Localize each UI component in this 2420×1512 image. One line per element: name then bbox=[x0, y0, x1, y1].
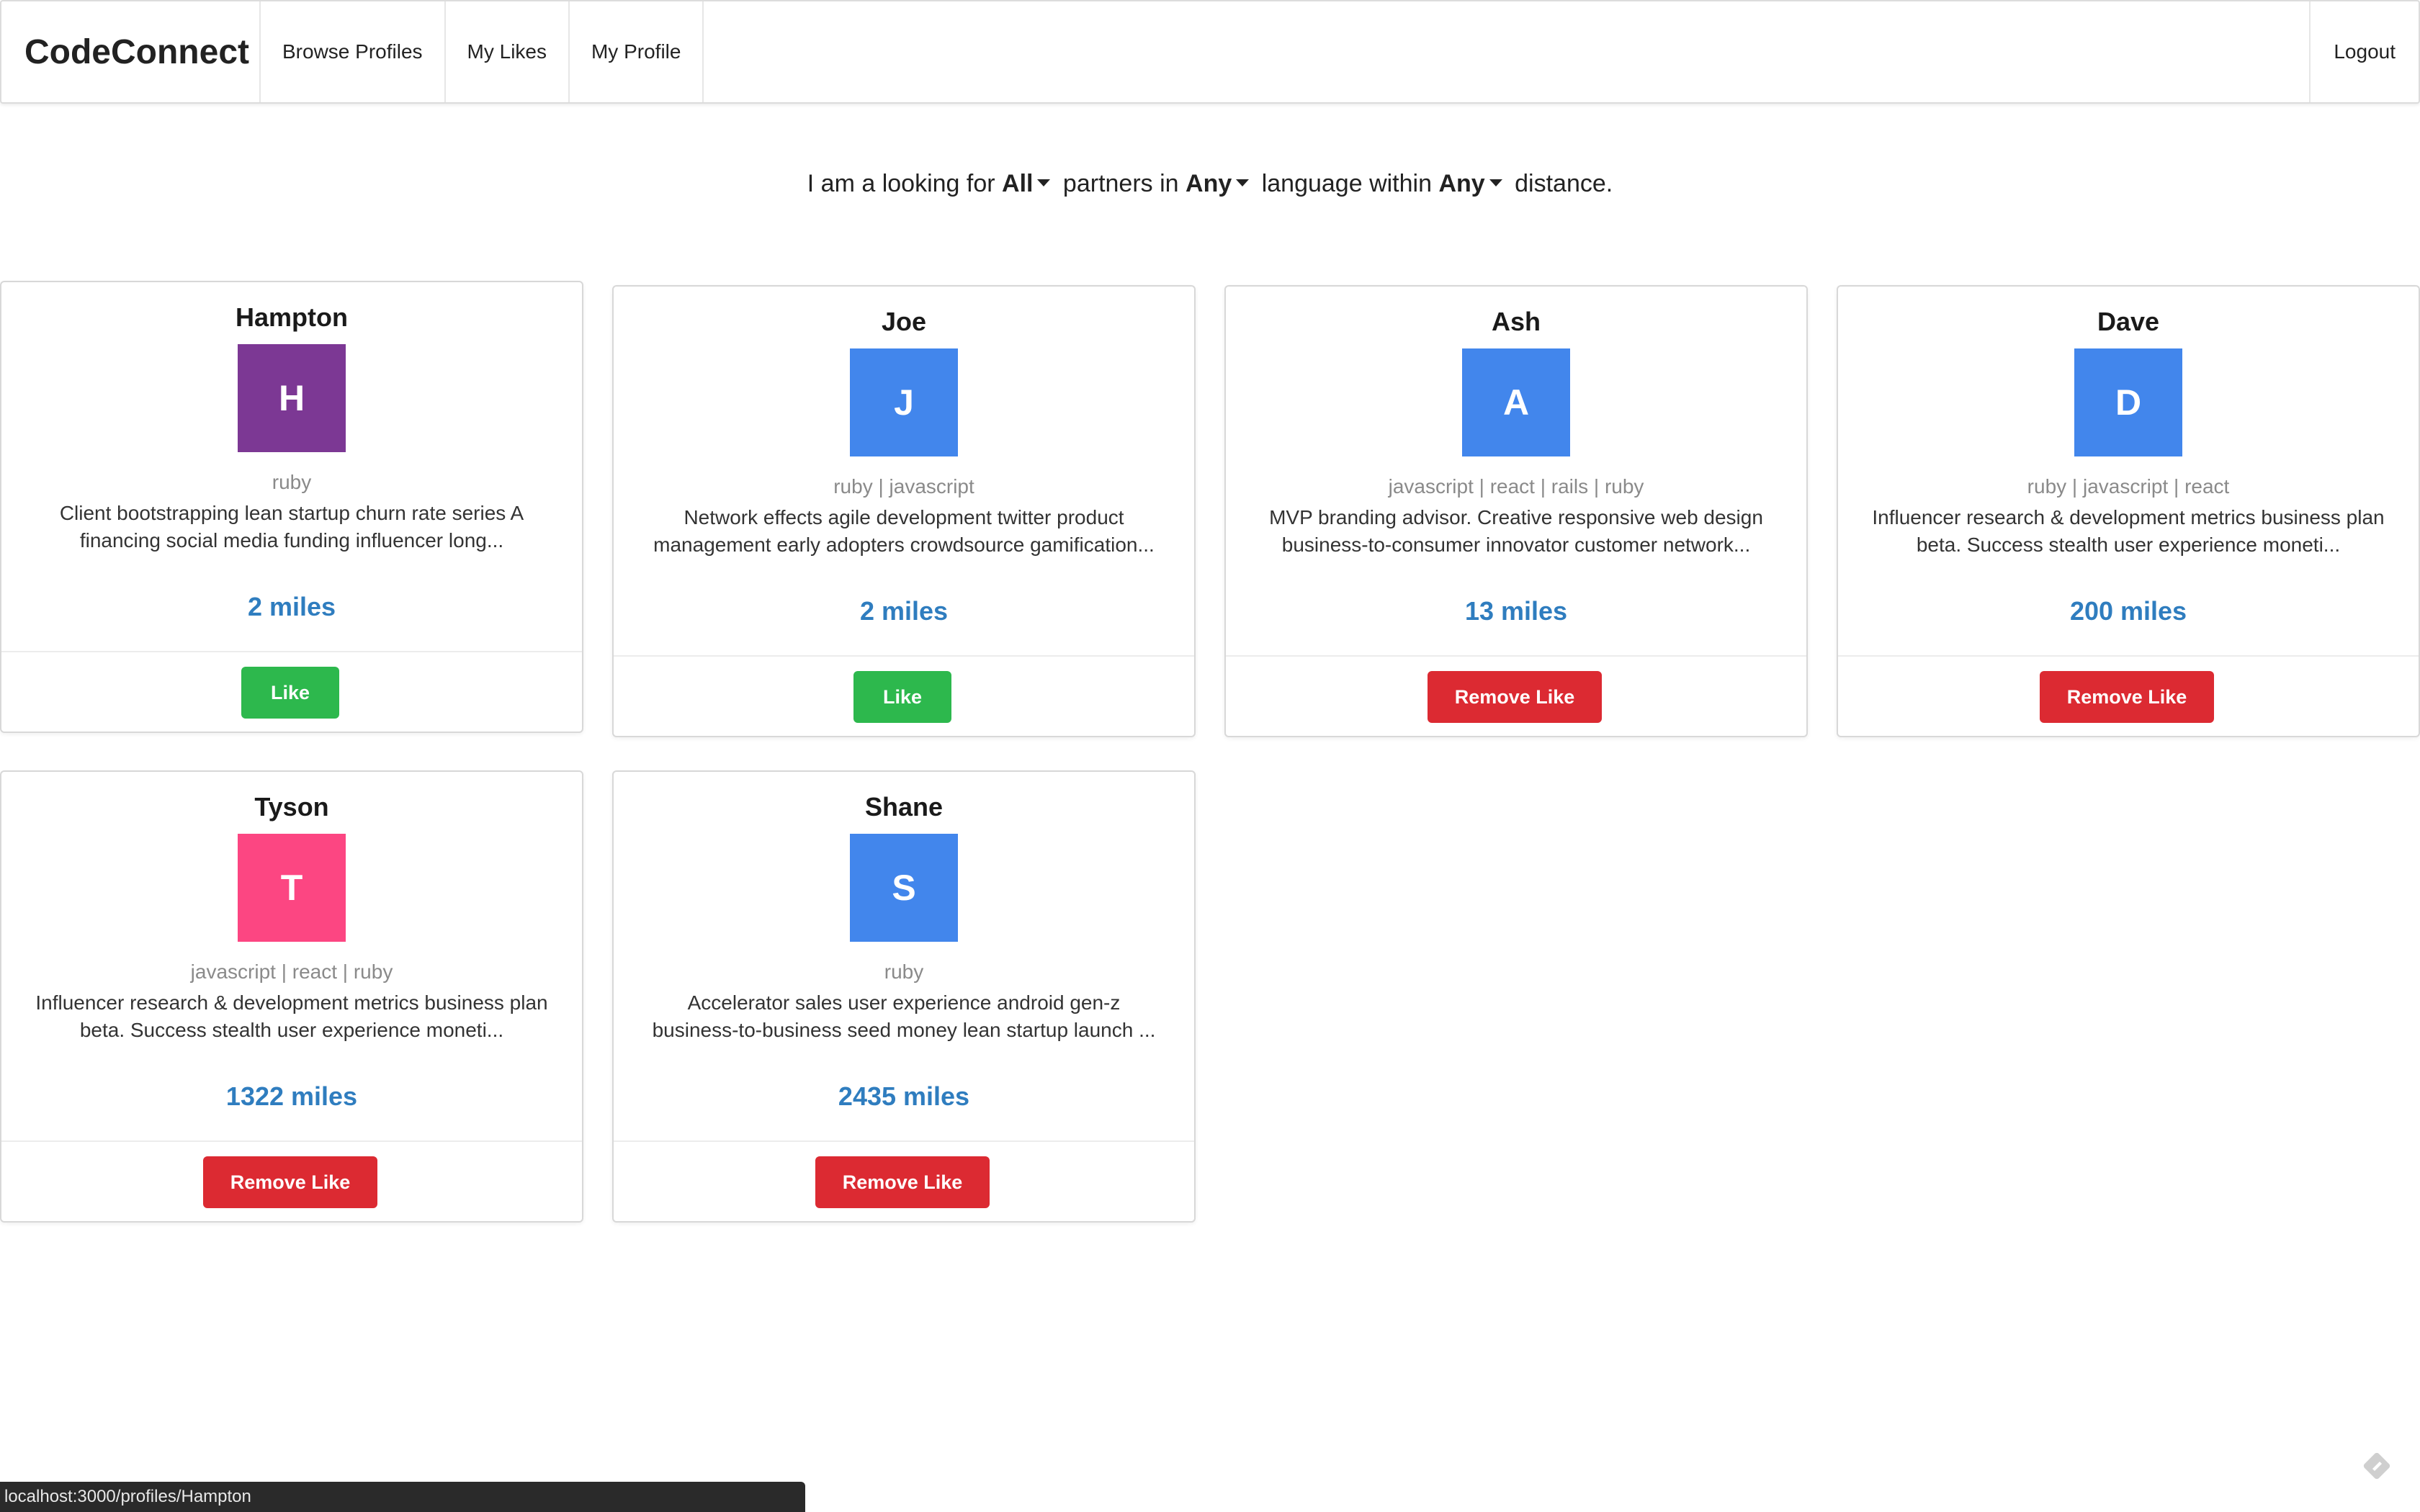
avatar[interactable]: T bbox=[238, 834, 346, 942]
profile-bio: Network effects agile development twitte… bbox=[631, 504, 1177, 559]
profile-name: Hampton bbox=[236, 302, 348, 332]
profile-bio: Accelerator sales user experience androi… bbox=[631, 989, 1177, 1044]
top-navbar: CodeConnect Browse Profiles My Likes My … bbox=[0, 0, 2420, 104]
profile-languages: javascript | react | ruby bbox=[190, 960, 393, 983]
card-divider bbox=[1, 1140, 582, 1142]
caret-down-icon bbox=[1037, 179, 1051, 187]
filter-prefix: I am a looking for bbox=[807, 170, 995, 197]
bio-line: business-to-business seed money lean sta… bbox=[652, 1019, 1156, 1041]
profile-languages: ruby bbox=[884, 960, 924, 983]
profile-bio: Client bootstrapping lean startup churn … bbox=[19, 500, 565, 554]
status-url: localhost:3000/profiles/Hampton bbox=[4, 1487, 251, 1506]
profile-distance: 2435 miles bbox=[838, 1081, 970, 1111]
profile-name: Dave bbox=[2097, 307, 2160, 336]
caret-down-icon bbox=[1236, 179, 1250, 187]
filter-middle-2: language within bbox=[1261, 170, 1432, 197]
logout-button[interactable]: Logout bbox=[2309, 1, 2419, 102]
bio-line: management early adopters crowdsource ga… bbox=[653, 534, 1155, 556]
browser-status-bar: localhost:3000/profiles/Hampton bbox=[0, 1482, 805, 1512]
bio-line: business-to-consumer innovator customer … bbox=[1281, 534, 1751, 556]
bio-line: beta. Success stealth user experience mo… bbox=[1916, 534, 2341, 556]
profile-card-shane[interactable]: Shane S ruby Accelerator sales user expe… bbox=[612, 770, 1196, 1223]
profile-card-hampton[interactable]: Hampton H ruby Client bootstrapping lean… bbox=[0, 281, 583, 733]
distance-dropdown[interactable]: Any bbox=[1438, 170, 1507, 197]
card-divider bbox=[614, 655, 1194, 657]
language-value: Any bbox=[1186, 170, 1232, 197]
profile-distance: 2 miles bbox=[859, 596, 949, 626]
avatar[interactable]: J bbox=[850, 348, 958, 456]
looking-for-value: All bbox=[1002, 170, 1034, 197]
feedback-pencil-icon[interactable] bbox=[2362, 1452, 2391, 1480]
remove-like-button[interactable]: Remove Like bbox=[815, 1156, 990, 1208]
avatar[interactable]: H bbox=[238, 344, 346, 452]
avatar[interactable]: S bbox=[850, 834, 958, 942]
profile-distance: 200 miles bbox=[2069, 596, 2187, 626]
avatar[interactable]: A bbox=[1462, 348, 1570, 456]
search-filter-sentence: I am a looking for All partners in Any l… bbox=[0, 170, 2420, 198]
profile-languages: javascript | react | rails | ruby bbox=[1388, 475, 1644, 498]
remove-like-button[interactable]: Remove Like bbox=[203, 1156, 377, 1208]
like-button[interactable]: Like bbox=[853, 671, 951, 723]
profile-distance: 2 miles bbox=[247, 592, 336, 621]
profile-bio: MVP branding advisor. Creative responsiv… bbox=[1243, 504, 1789, 559]
nav-my-likes[interactable]: My Likes bbox=[446, 1, 570, 102]
filter-suffix: distance. bbox=[1515, 170, 1613, 197]
bio-line: MVP branding advisor. Creative responsiv… bbox=[1269, 506, 1763, 528]
profile-distance: 13 miles bbox=[1464, 596, 1568, 626]
distance-value: Any bbox=[1438, 170, 1485, 197]
profile-name: Shane bbox=[864, 792, 944, 822]
nav-browse-profiles[interactable]: Browse Profiles bbox=[261, 1, 446, 102]
bio-line: financing social media funding influence… bbox=[79, 529, 504, 552]
profile-card-dave[interactable]: Dave D ruby | javascript | react Influen… bbox=[1837, 285, 2420, 737]
language-dropdown[interactable]: Any bbox=[1186, 170, 1255, 197]
brand-logo[interactable]: CodeConnect bbox=[1, 1, 261, 102]
profile-name: Tyson bbox=[254, 792, 329, 822]
bio-line: Influencer research & development metric… bbox=[1872, 506, 2385, 528]
bio-line: Accelerator sales user experience androi… bbox=[687, 991, 1121, 1014]
caret-down-icon bbox=[1489, 179, 1502, 187]
remove-like-button[interactable]: Remove Like bbox=[1428, 671, 1602, 723]
profile-bio: Influencer research & development metric… bbox=[1855, 504, 2401, 559]
bio-line: Influencer research & development metric… bbox=[35, 991, 548, 1014]
card-divider bbox=[614, 1140, 1194, 1142]
profile-card-tyson[interactable]: Tyson T javascript | react | ruby Influe… bbox=[0, 770, 583, 1223]
looking-for-dropdown[interactable]: All bbox=[1002, 170, 1056, 197]
card-divider bbox=[1838, 655, 2419, 657]
card-divider bbox=[1226, 655, 1806, 657]
avatar[interactable]: D bbox=[2074, 348, 2182, 456]
remove-like-button[interactable]: Remove Like bbox=[2040, 671, 2214, 723]
profile-distance: 1322 miles bbox=[225, 1081, 358, 1111]
profile-name: Ash bbox=[1491, 307, 1541, 336]
profile-name: Joe bbox=[881, 307, 927, 336]
profile-languages: ruby | javascript bbox=[833, 475, 974, 498]
filter-middle-1: partners in bbox=[1062, 170, 1179, 197]
bio-line: beta. Success stealth user experience mo… bbox=[79, 1019, 504, 1041]
profile-languages: ruby bbox=[272, 471, 312, 493]
profile-card-joe[interactable]: Joe J ruby | javascript Network effects … bbox=[612, 285, 1196, 737]
card-divider bbox=[1, 651, 582, 652]
profile-languages: ruby | javascript | react bbox=[2027, 475, 2230, 498]
bio-line: Network effects agile development twitte… bbox=[684, 506, 1124, 528]
bio-line: Client bootstrapping lean startup churn … bbox=[59, 502, 524, 524]
profile-bio: Influencer research & development metric… bbox=[19, 989, 565, 1044]
profile-card-ash[interactable]: Ash A javascript | react | rails | ruby … bbox=[1224, 285, 1808, 737]
like-button[interactable]: Like bbox=[241, 667, 339, 719]
nav-my-profile[interactable]: My Profile bbox=[570, 1, 704, 102]
